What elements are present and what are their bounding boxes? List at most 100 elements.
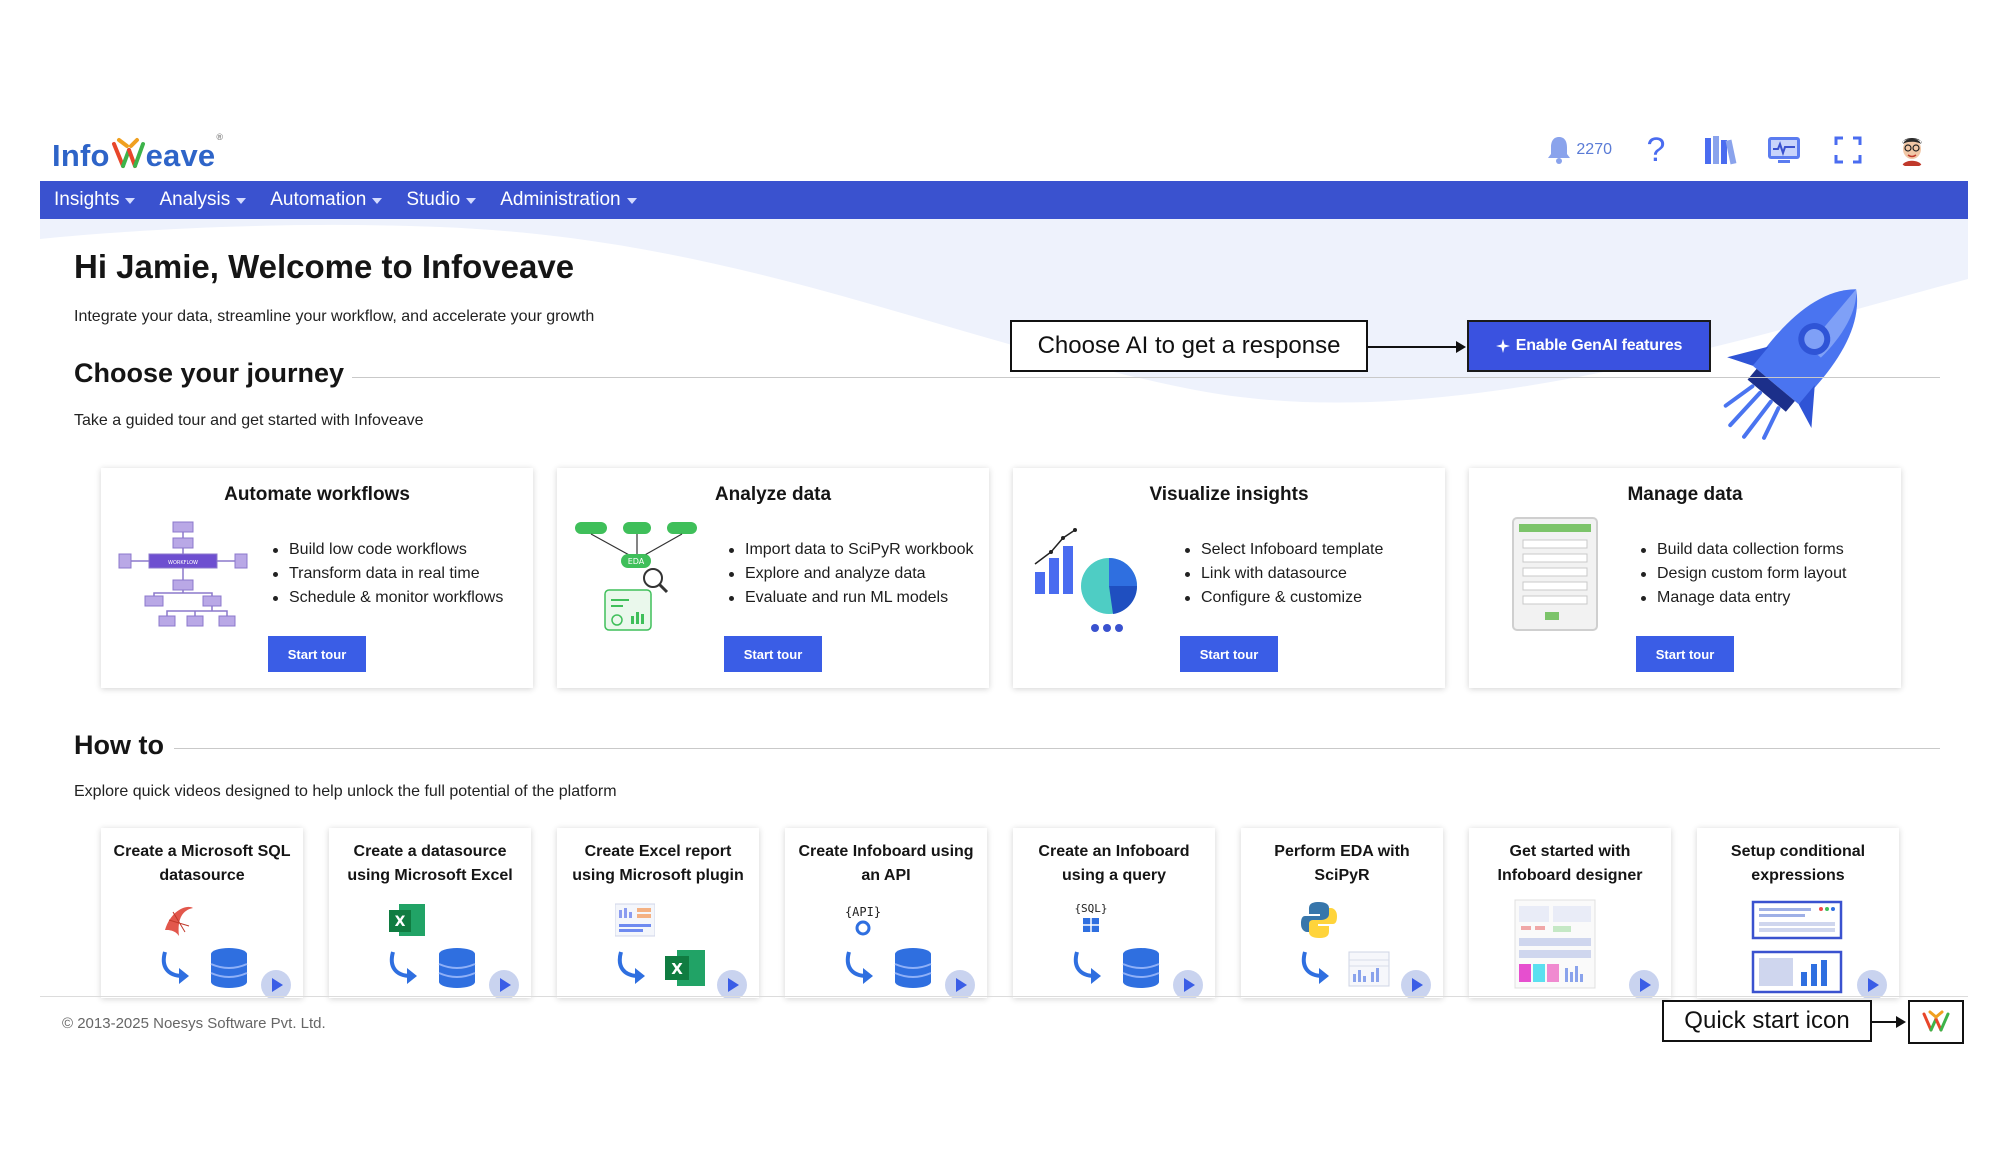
howto-card-title: Create an Infoboard using a query <box>1021 840 1207 888</box>
nav-automation[interactable]: Automation <box>270 189 383 211</box>
database-icon <box>894 948 932 988</box>
report-dashboard-icon <box>615 903 655 937</box>
journey-card-bullets: Build data collection forms Design custo… <box>1639 538 1846 610</box>
bell-icon <box>1548 137 1571 164</box>
workbook-sheet-icon <box>1348 951 1390 987</box>
main-nav: Insights Analysis Automation Studio Admi… <box>40 181 1968 219</box>
play-video-button[interactable] <box>1629 970 1659 998</box>
curved-arrow-icon <box>845 951 873 984</box>
howto-card-api[interactable]: Create Infoboard using an API {API} <box>785 828 987 998</box>
database-icon <box>438 948 476 988</box>
quick-start-callout: Quick start icon <box>1662 1000 1872 1042</box>
enable-genai-button[interactable]: Enable GenAI features <box>1467 320 1711 372</box>
play-video-button[interactable] <box>717 970 747 998</box>
avatar <box>1897 133 1927 166</box>
play-video-button[interactable] <box>1173 970 1203 998</box>
play-video-button[interactable] <box>489 970 519 998</box>
nav-administration-label: Administration <box>500 189 621 210</box>
play-video-button[interactable] <box>1401 970 1431 998</box>
eda-analysis-icon: EDA <box>575 522 697 631</box>
howto-card-title: Create a datasource using Microsoft Excel <box>337 840 523 888</box>
howto-card-infoboard-designer[interactable]: Get started with Infoboard designer <box>1469 828 1671 998</box>
workflow-diagram-icon: WORKFLOW <box>118 521 248 627</box>
bullet-item: Build low code workflows <box>271 538 503 562</box>
nav-insights[interactable]: Insights <box>54 189 136 211</box>
journey-card-title: Analyze data <box>714 484 832 505</box>
quick-start-arrow <box>1872 1016 1906 1028</box>
genai-callout: Choose AI to get a response <box>1010 320 1368 372</box>
howto-card-title: Create a Microsoft SQL datasource <box>109 840 295 888</box>
nav-automation-label: Automation <box>270 189 367 210</box>
nav-analysis[interactable]: Analysis <box>159 189 247 211</box>
fullscreen-icon <box>1834 136 1862 164</box>
infoveave-logo[interactable]: Info eave ® <box>52 128 223 174</box>
notifications-button[interactable]: 2270 <box>1546 135 1612 165</box>
journey-card-bullets: Select Infoboard template Link with data… <box>1183 538 1383 610</box>
howto-card-line2: Infoboard designer <box>1497 867 1643 884</box>
howto-card-eda[interactable]: Perform EDA with SciPyR <box>1241 828 1443 998</box>
svg-text:EDA: EDA <box>628 557 645 566</box>
journey-subtitle: Take a guided tour and get started with … <box>74 412 424 429</box>
chevron-down-icon <box>372 198 383 204</box>
notification-count: 2270 <box>1576 141 1612 158</box>
excel-icon: X <box>665 950 705 986</box>
play-video-button[interactable] <box>945 970 975 998</box>
monitor-button[interactable] <box>1764 130 1804 170</box>
help-button[interactable]: ? <box>1636 130 1676 170</box>
svg-text:{API}: {API} <box>845 905 881 919</box>
library-button[interactable] <box>1700 130 1740 170</box>
sparkle-icon <box>1495 339 1510 353</box>
howto-title: How to <box>74 730 164 760</box>
api-icon: {API} <box>845 905 881 936</box>
nav-studio[interactable]: Studio <box>406 189 477 211</box>
excel-icon: X <box>389 904 425 936</box>
howto-card-title: Perform EDA with SciPyR <box>1249 840 1435 888</box>
howto-card-line2: expressions <box>1751 867 1845 884</box>
howto-card-line2: SciPyR <box>1314 867 1370 884</box>
curved-arrow-icon <box>389 951 417 984</box>
curved-arrow-icon <box>1073 951 1101 984</box>
howto-card-line2: using a query <box>1061 867 1167 884</box>
howto-card-line2: an API <box>861 867 911 884</box>
howto-card-excel-datasource[interactable]: Create a datasource using Microsoft Excel… <box>329 828 531 998</box>
howto-card-excel-report[interactable]: Create Excel report using Microsoft plugi… <box>557 828 759 998</box>
start-tour-button[interactable]: Start tour <box>724 636 822 672</box>
start-tour-button[interactable]: Start tour <box>1180 636 1278 672</box>
journey-card-visualize: Visualize insights Select Infoboard temp… <box>1013 468 1445 688</box>
svg-text:X: X <box>395 914 406 930</box>
howto-card-line2: datasource <box>159 867 245 884</box>
quick-start-button[interactable] <box>1908 1000 1964 1044</box>
nav-administration[interactable]: Administration <box>500 189 637 211</box>
howto-card-line1: Create Infoboard using <box>798 843 974 860</box>
curved-arrow-icon <box>161 951 189 984</box>
footer-divider <box>40 996 1968 997</box>
howto-card-line1: Perform EDA with <box>1274 843 1410 860</box>
journey-divider <box>352 377 1940 378</box>
howto-card-line1: Setup conditional <box>1730 843 1866 860</box>
howto-card-line1: Create a datasource <box>353 843 507 860</box>
journey-card-bullets: Import data to SciPyR workbook Explore a… <box>727 538 974 610</box>
journey-card-automate: Automate workflows WORKFLOW Build low co… <box>101 468 533 688</box>
howto-card-line1: Create a Microsoft SQL <box>113 843 291 860</box>
play-video-button[interactable] <box>1857 970 1887 998</box>
howto-card-conditional-expressions[interactable]: Setup conditional expressions <box>1697 828 1899 998</box>
start-tour-button[interactable]: Start tour <box>1636 636 1734 672</box>
fullscreen-button[interactable] <box>1828 130 1868 170</box>
welcome-subtitle: Integrate your data, streamline your wor… <box>74 308 595 325</box>
logo-mark-icon <box>111 138 145 168</box>
nav-insights-label: Insights <box>54 189 120 210</box>
bullet-item: Evaluate and run ML models <box>727 586 974 610</box>
howto-card-sql[interactable]: Create a Microsoft SQL datasource <box>101 828 303 998</box>
sql-server-icon <box>165 906 193 936</box>
start-tour-button[interactable]: Start tour <box>268 636 366 672</box>
nav-studio-label: Studio <box>406 189 461 210</box>
welcome-title: Hi Jamie, Welcome to Infoveave <box>74 248 575 285</box>
howto-card-line1: Get started with <box>1509 843 1631 860</box>
journey-card-title: Visualize insights <box>1149 484 1309 505</box>
user-avatar-button[interactable] <box>1892 130 1932 170</box>
play-video-button[interactable] <box>261 970 291 998</box>
bullet-item: Schedule & monitor workflows <box>271 586 503 610</box>
chevron-down-icon <box>466 198 477 204</box>
howto-card-query[interactable]: Create an Infoboard using a query {SQL} <box>1013 828 1215 998</box>
journey-card-analyze: Analyze data EDA Import data to SciPyR w… <box>557 468 989 688</box>
